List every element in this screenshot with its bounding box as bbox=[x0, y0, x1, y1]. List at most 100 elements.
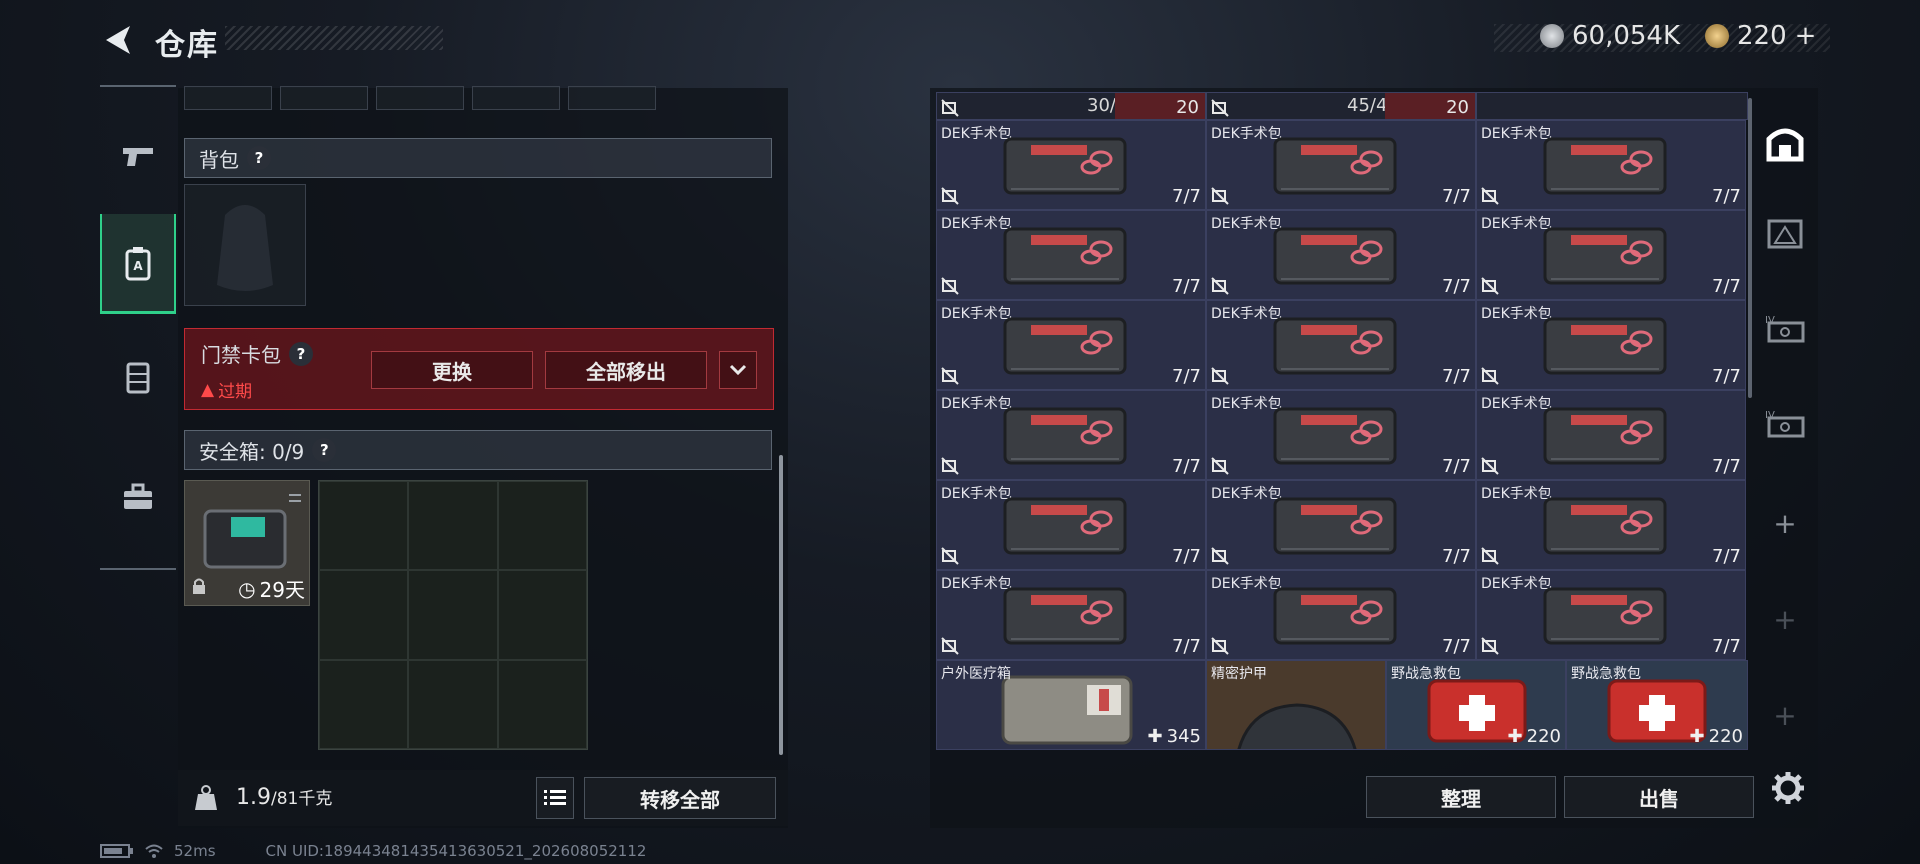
slot-empty[interactable] bbox=[472, 86, 560, 110]
safebox-slot[interactable]: ◷ 29天 bbox=[184, 480, 310, 606]
unavailable-icon bbox=[941, 187, 959, 205]
expand-button[interactable] bbox=[719, 351, 757, 389]
storage-tab-main[interactable] bbox=[1755, 108, 1815, 178]
storage-item-dek-kit[interactable]: DEK手术包 7/7 bbox=[936, 210, 1206, 300]
storage-item-dek-kit[interactable]: DEK手术包 7/7 bbox=[1476, 390, 1746, 480]
safebox-cell[interactable] bbox=[408, 659, 498, 749]
nav-vest[interactable] bbox=[100, 327, 176, 427]
storage-item[interactable]: 45/45 20 bbox=[1206, 92, 1476, 120]
storage-item-dek-kit[interactable]: DEK手术包 7/7 bbox=[1206, 300, 1476, 390]
storage-panel: 30/30 20 45/45 20 DEK手术包 7/7 DEK手术包 7/7 DEK手术包 7/… bbox=[930, 88, 1818, 828]
nav-briefcase[interactable] bbox=[100, 447, 176, 547]
plus-icon: + bbox=[1773, 698, 1797, 732]
weapon-case-icon: IV bbox=[1765, 410, 1805, 438]
add-storage-button-locked[interactable]: + bbox=[1755, 584, 1815, 654]
list-view-button[interactable] bbox=[536, 777, 574, 819]
safebox-cell[interactable] bbox=[319, 481, 409, 571]
unavailable-icon bbox=[1211, 367, 1229, 385]
safebox-cell[interactable] bbox=[319, 659, 409, 749]
expired-status: ▲ 过期 bbox=[201, 377, 252, 403]
silver-coin-icon bbox=[1540, 24, 1564, 48]
safebox-cell[interactable] bbox=[497, 570, 587, 660]
item-count: 7/7 bbox=[1712, 186, 1741, 207]
storage-item[interactable] bbox=[1476, 92, 1748, 120]
left-scrollbar[interactable] bbox=[779, 455, 783, 755]
storage-item-dek-kit[interactable]: DEK手术包 7/7 bbox=[1206, 390, 1476, 480]
item-count: 7/7 bbox=[1712, 636, 1741, 657]
safebox-cell[interactable] bbox=[408, 570, 498, 660]
surgical-kit-icon bbox=[1273, 407, 1397, 465]
unavailable-icon bbox=[1481, 187, 1499, 205]
storage-item[interactable]: 野战急救包 ✚ 220 bbox=[1386, 660, 1566, 750]
storage-item-dek-kit[interactable]: DEK手术包 7/7 bbox=[1476, 210, 1746, 300]
storage-tab-4[interactable]: IV bbox=[1755, 388, 1815, 458]
backpack-slot[interactable] bbox=[184, 184, 306, 306]
slot-empty[interactable] bbox=[568, 86, 656, 110]
storage-item-dek-kit[interactable]: DEK手术包 7/7 bbox=[936, 480, 1206, 570]
nav-weapons[interactable] bbox=[100, 107, 176, 207]
safebox-cell[interactable] bbox=[319, 570, 409, 660]
item-count: 7/7 bbox=[1172, 456, 1201, 477]
storage-item[interactable]: 户外医疗箱 ✚ 345 bbox=[936, 660, 1206, 750]
add-storage-button[interactable]: + bbox=[1755, 488, 1815, 558]
help-icon[interactable]: ? bbox=[247, 146, 271, 170]
storage-item-dek-kit[interactable]: DEK手术包 7/7 bbox=[1206, 570, 1476, 660]
unavailable-icon bbox=[941, 637, 959, 655]
pistol-icon bbox=[123, 148, 153, 166]
chevron-down-icon bbox=[729, 364, 747, 376]
storage-item-dek-kit[interactable]: DEK手术包 7/7 bbox=[1206, 210, 1476, 300]
surgical-kit-icon bbox=[1003, 587, 1127, 645]
storage-tab-2[interactable] bbox=[1755, 198, 1815, 268]
help-icon[interactable]: ? bbox=[312, 438, 337, 462]
page-title: 仓库 bbox=[155, 28, 219, 63]
storage-item-dek-kit[interactable]: DEK手术包 7/7 bbox=[1476, 480, 1746, 570]
nav-backpack[interactable]: A bbox=[100, 214, 176, 314]
move-all-button[interactable]: 全部移出 bbox=[545, 351, 707, 389]
safebox-cell[interactable] bbox=[497, 659, 587, 749]
weapon-case-icon: IV bbox=[1765, 315, 1805, 343]
storage-item-dek-kit[interactable]: DEK手术包 7/7 bbox=[1206, 480, 1476, 570]
unavailable-icon bbox=[1481, 277, 1499, 295]
storage-item-dek-kit[interactable]: DEK手术包 7/7 bbox=[936, 570, 1206, 660]
transfer-all-button[interactable]: 转移全部 bbox=[584, 777, 776, 819]
vest-icon bbox=[126, 362, 150, 394]
storage-scrollbar[interactable] bbox=[1748, 98, 1752, 398]
sell-button[interactable]: 出售 bbox=[1564, 776, 1754, 818]
storage-item[interactable]: 精密护甲 bbox=[1206, 660, 1386, 750]
storage-item-dek-kit[interactable]: DEK手术包 7/7 bbox=[1206, 120, 1476, 210]
add-storage-button-locked[interactable]: + bbox=[1755, 680, 1815, 750]
unavailable-icon bbox=[941, 277, 959, 295]
storage-tab-3[interactable]: IV bbox=[1755, 293, 1815, 363]
warning-icon: ▲ bbox=[201, 379, 215, 400]
slot-empty[interactable] bbox=[184, 86, 272, 110]
safebox-cell[interactable] bbox=[408, 481, 498, 571]
storage-item-dek-kit[interactable]: DEK手术包 7/7 bbox=[1476, 300, 1746, 390]
item-value: ✚ 345 bbox=[1147, 726, 1201, 747]
storage-item-dek-kit[interactable]: DEK手术包 7/7 bbox=[936, 300, 1206, 390]
storage-item-dek-kit[interactable]: DEK手术包 7/7 bbox=[1476, 570, 1746, 660]
gold-currency[interactable]: 220 + bbox=[1705, 20, 1816, 52]
storage-item[interactable]: 野战急救包 ✚ 220 bbox=[1566, 660, 1748, 750]
sort-button[interactable]: 整理 bbox=[1366, 776, 1556, 818]
safebox-header: 安全箱: 0/9 ? bbox=[184, 430, 772, 470]
unavailable-icon bbox=[1481, 637, 1499, 655]
unavailable-icon bbox=[1211, 547, 1229, 565]
storage-item[interactable]: 30/30 20 bbox=[936, 92, 1206, 120]
slot-empty[interactable] bbox=[376, 86, 464, 110]
settings-button[interactable] bbox=[1768, 768, 1808, 808]
silver-currency: 60,054K bbox=[1540, 20, 1680, 52]
item-value: ✚ 220 bbox=[1689, 726, 1743, 747]
storage-item-dek-kit[interactable]: DEK手术包 7/7 bbox=[1476, 120, 1746, 210]
surgical-kit-icon bbox=[1003, 227, 1127, 285]
storage-item-dek-kit[interactable]: DEK手术包 7/7 bbox=[936, 120, 1206, 210]
replace-button[interactable]: 更换 bbox=[371, 351, 533, 389]
weight-display: 1.9/81千克 bbox=[236, 784, 332, 810]
add-currency-icon[interactable]: + bbox=[1795, 21, 1817, 51]
slot-empty[interactable] bbox=[280, 86, 368, 110]
keycard-pack-row: 门禁卡包 ? ▲ 过期 更换 全部移出 bbox=[184, 328, 774, 410]
help-icon[interactable]: ? bbox=[289, 341, 313, 366]
safebox-cell[interactable] bbox=[497, 481, 587, 571]
unavailable-icon bbox=[1211, 99, 1229, 117]
storage-item-dek-kit[interactable]: DEK手术包 7/7 bbox=[936, 390, 1206, 480]
back-button[interactable] bbox=[100, 22, 136, 58]
